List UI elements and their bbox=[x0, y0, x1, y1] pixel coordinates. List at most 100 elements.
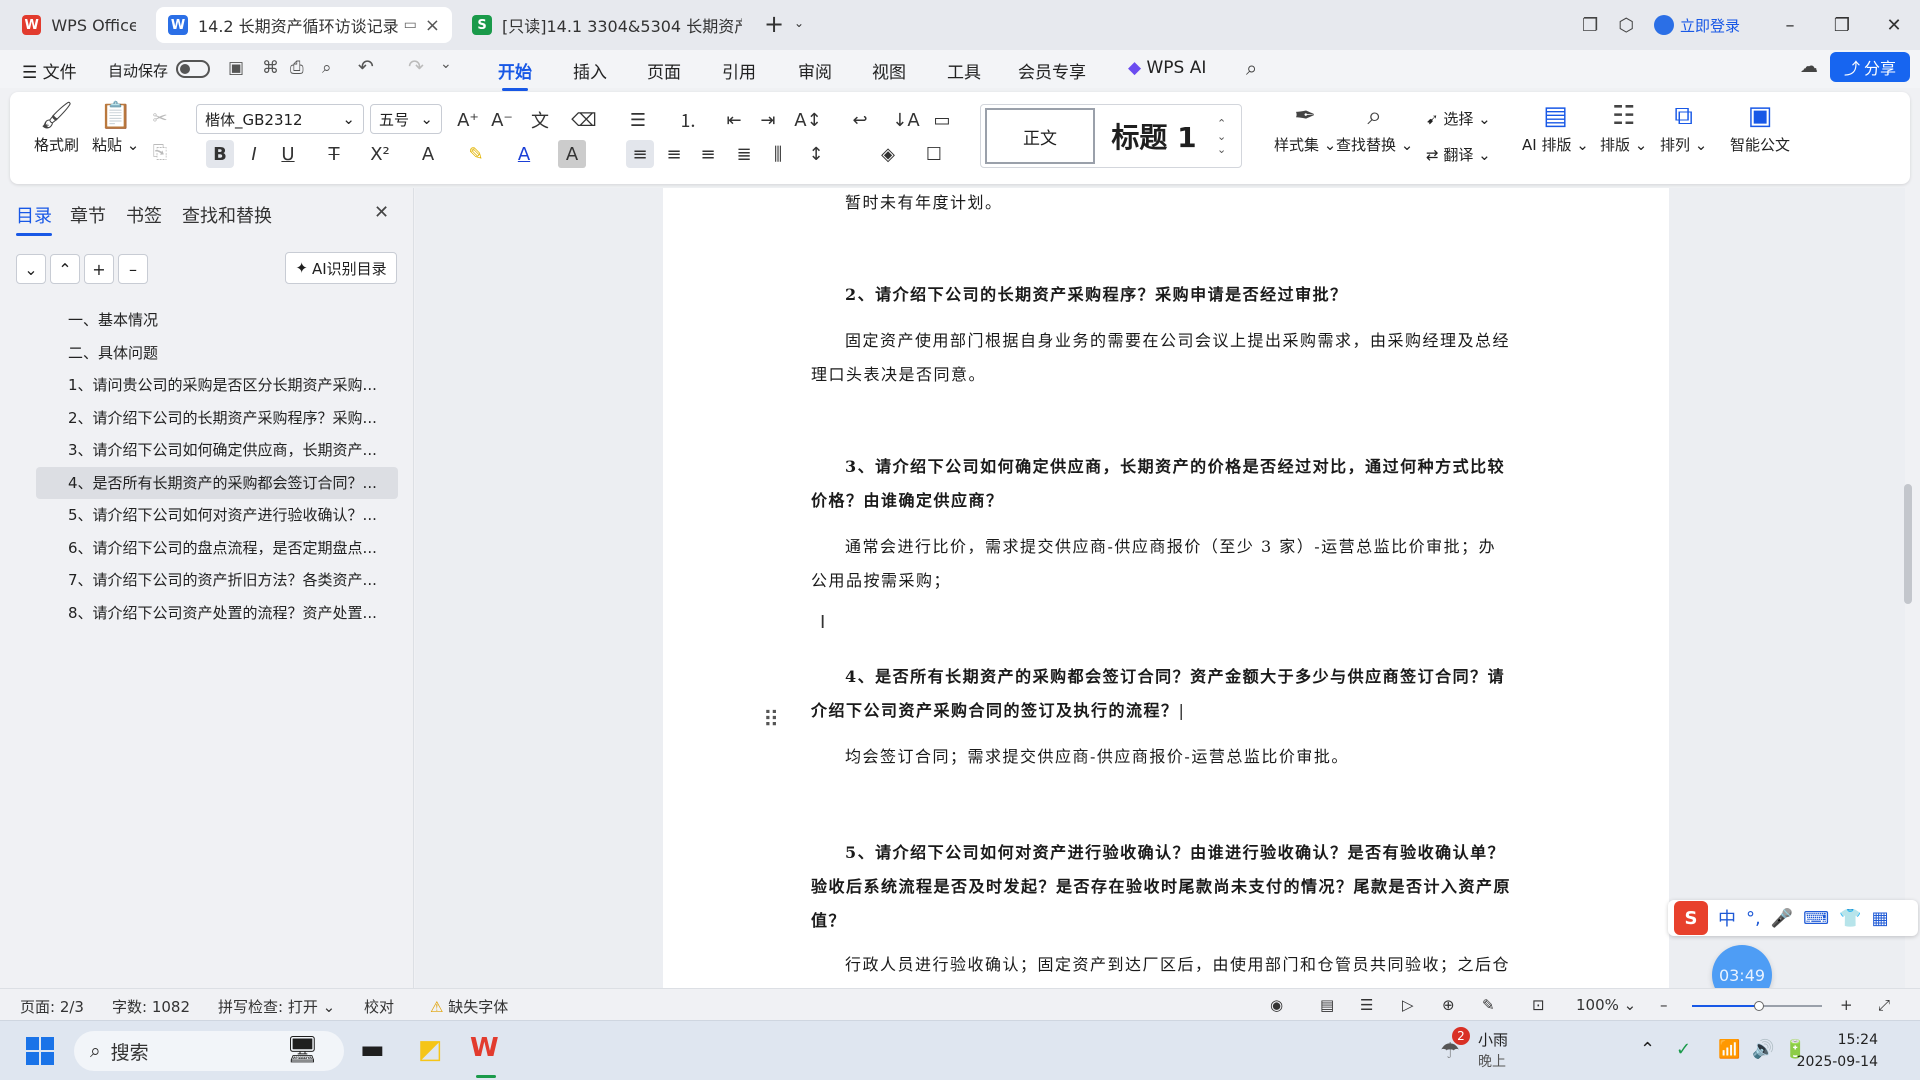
autosave-toggle[interactable] bbox=[176, 60, 210, 78]
remove-heading-icon[interactable]: – bbox=[118, 254, 148, 284]
vertical-scrollbar[interactable] bbox=[1902, 188, 1914, 988]
style-gallery-scroll[interactable]: ⌃ ⌄ ⌄ bbox=[1217, 117, 1226, 156]
ai-layout-button[interactable]: ▤ AI 排版 ⌄ bbox=[1522, 98, 1589, 155]
menu-tools[interactable]: 工具 bbox=[947, 58, 981, 83]
web-view-icon[interactable]: ⊕ bbox=[1442, 996, 1455, 1014]
toc-item[interactable]: 2、请介绍下公司的长期资产采购程序？采购... bbox=[36, 402, 398, 435]
numbered-list-icon[interactable]: ⒈ bbox=[674, 106, 702, 134]
paste-button[interactable]: 📋 粘贴 ⌄ bbox=[92, 98, 139, 155]
style-heading-1[interactable]: 标题 1 bbox=[1095, 108, 1213, 164]
font-color-icon[interactable]: A bbox=[510, 140, 538, 168]
align-center-icon[interactable]: ≡ bbox=[660, 140, 688, 168]
toc-item-active[interactable]: 4、是否所有长期资产的采购都会签订合同？... bbox=[36, 466, 398, 499]
volume-icon[interactable]: 🔊 bbox=[1752, 1039, 1774, 1060]
border-icon[interactable]: ☐ bbox=[920, 140, 948, 168]
punctuation-icon[interactable]: °, bbox=[1746, 908, 1761, 929]
spell-check[interactable]: 拼写检查: 打开 ⌄ bbox=[218, 996, 335, 1017]
paragraph[interactable]: 暂时未有年度计划。 bbox=[811, 188, 1511, 220]
taskview-icon[interactable]: ▬ bbox=[360, 1035, 385, 1065]
question-heading[interactable]: 4、是否所有长期资产的采购都会签订合同？资产金额大于多少与供应商签订合同？请介绍… bbox=[811, 660, 1511, 728]
menu-review[interactable]: 审阅 bbox=[798, 58, 832, 83]
toc-item[interactable]: 二、具体问题 bbox=[36, 337, 398, 370]
char-shading-icon[interactable]: A bbox=[558, 140, 586, 168]
zoom-in-icon[interactable]: + bbox=[1840, 996, 1853, 1014]
question-heading[interactable]: 2、请介绍下公司的长期资产采购程序？采购申请是否经过审批？ bbox=[811, 278, 1511, 312]
select-button[interactable]: ➹ 选择 ⌄ bbox=[1426, 108, 1491, 129]
bullet-list-icon[interactable]: ☰ bbox=[624, 106, 652, 134]
style-normal[interactable]: 正文 bbox=[985, 108, 1095, 164]
add-heading-icon[interactable]: + bbox=[84, 254, 114, 284]
windows-start-icon[interactable] bbox=[26, 1037, 54, 1065]
skin-icon[interactable]: 👕 bbox=[1839, 908, 1861, 929]
toc-item[interactable]: 8、请介绍下公司资产处置的流程？资产处置... bbox=[36, 597, 398, 630]
text-effect-icon[interactable]: A bbox=[414, 140, 442, 168]
restore-icon[interactable]: ❐ bbox=[1816, 15, 1868, 36]
line-spacing-icon[interactable]: ↕ bbox=[802, 140, 830, 168]
toc-item[interactable]: 6、请介绍下公司的盘点流程，是否定期盘点... bbox=[36, 532, 398, 565]
pen-icon[interactable]: ✎ bbox=[1482, 996, 1495, 1014]
save-icon[interactable]: ▣ bbox=[228, 58, 244, 78]
ai-toc-button[interactable]: ✦ AI识别目录 bbox=[285, 252, 397, 284]
question-heading[interactable]: 5、请介绍下公司如何对资产进行验收确认？由谁进行验收确认？是否有验收确认单？验收… bbox=[811, 836, 1511, 938]
document-area[interactable]: 暂时未有年度计划。 2、请介绍下公司的长期资产采购程序？采购申请是否经过审批？ … bbox=[415, 188, 1905, 988]
clear-format-icon[interactable]: ⌫ bbox=[570, 106, 598, 134]
sort-icon[interactable]: ↓A bbox=[892, 106, 920, 134]
distribute-icon[interactable]: ⫼ bbox=[764, 140, 792, 168]
scrollbar-thumb[interactable] bbox=[1904, 484, 1912, 604]
new-tab-plus-icon[interactable]: + bbox=[764, 10, 784, 38]
cube-icon[interactable]: ⬡ bbox=[1618, 15, 1634, 36]
ime-toolbar[interactable]: S 中 °, 🎤 ⌨ 👕 ▦ bbox=[1668, 900, 1918, 936]
share-button[interactable]: ⤴ 分享 bbox=[1830, 52, 1910, 82]
outline-view-icon[interactable]: ☰ bbox=[1360, 996, 1373, 1014]
font-family-select[interactable]: 楷体_GB2312 ⌄ bbox=[196, 104, 364, 134]
grow-font-icon[interactable]: A⁺ bbox=[454, 106, 482, 134]
justify-icon[interactable]: ≣ bbox=[730, 140, 758, 168]
zoom-level[interactable]: 100% ⌄ bbox=[1576, 996, 1636, 1014]
sticky-notes-icon[interactable]: ◩ bbox=[418, 1035, 443, 1065]
paragraph[interactable]: 均会签订合同；需求提交供应商-供应商报价-运营总监比价审批。 bbox=[811, 740, 1511, 774]
zoom-out-icon[interactable]: – bbox=[1660, 996, 1668, 1014]
drag-handle-icon[interactable]: ⠿ bbox=[763, 708, 779, 733]
collapse-up-icon[interactable]: ⌃ bbox=[50, 254, 80, 284]
menu-references[interactable]: 引用 bbox=[722, 58, 756, 83]
collapse-down-icon[interactable]: ⌄ bbox=[16, 254, 46, 284]
undo-icon[interactable]: ↶ bbox=[358, 56, 374, 78]
show-marks-icon[interactable]: ▭ bbox=[928, 106, 956, 134]
eye-protect-icon[interactable]: ◉ bbox=[1270, 996, 1283, 1014]
tab-list-chevron-icon[interactable]: ⌄ bbox=[794, 16, 804, 30]
print-icon[interactable]: ⎙ bbox=[290, 58, 304, 78]
bold-icon[interactable]: B bbox=[206, 140, 234, 168]
print-preview-icon[interactable]: ⌕ bbox=[322, 58, 332, 78]
login-link[interactable]: 立即登录 bbox=[1680, 15, 1740, 36]
tab-find-replace[interactable]: 查找和替换 bbox=[182, 202, 272, 228]
find-replace-button[interactable]: ⌕ 查找替换 ⌄ bbox=[1336, 98, 1413, 155]
question-heading[interactable]: 3、请介绍下公司如何确定供应商，长期资产的价格是否经过对比，通过何种方式比较价格… bbox=[811, 450, 1511, 518]
superscript-icon[interactable]: X² bbox=[366, 140, 394, 168]
menu-view[interactable]: 视图 bbox=[872, 58, 906, 83]
close-pane-icon[interactable]: ✕ bbox=[374, 202, 389, 223]
play-icon[interactable]: ▷ bbox=[1402, 996, 1414, 1014]
tab-spreadsheet[interactable]: S [只读]14.1 3304&5304 长期资产循 bbox=[460, 7, 756, 43]
tab-chapters[interactable]: 章节 bbox=[70, 202, 106, 228]
decrease-indent-icon[interactable]: ⇤ bbox=[720, 106, 748, 134]
toc-item[interactable]: 5、请介绍下公司如何对资产进行验收确认？... bbox=[36, 499, 398, 532]
zoom-slider-knob[interactable] bbox=[1754, 1001, 1764, 1011]
fullscreen-icon[interactable]: ⤢ bbox=[1878, 996, 1890, 1014]
toc-item[interactable]: 7、请介绍下公司的资产折旧方法？各类资产... bbox=[36, 564, 398, 597]
keyboard-icon[interactable]: ⌨ bbox=[1803, 908, 1829, 929]
menu-wps-ai[interactable]: ◆ WPS AI bbox=[1128, 58, 1206, 78]
tray-chevron-icon[interactable]: ⌃ bbox=[1640, 1039, 1655, 1060]
document-page[interactable]: 暂时未有年度计划。 2、请介绍下公司的长期资产采购程序？采购申请是否经过审批？ … bbox=[663, 188, 1669, 988]
zoom-slider[interactable] bbox=[1692, 1001, 1822, 1011]
fit-icon[interactable]: ⊡ bbox=[1532, 996, 1545, 1014]
redo-icon[interactable]: ↷ bbox=[408, 56, 424, 78]
text-direction-icon[interactable]: A↕ bbox=[794, 106, 822, 134]
window-layout-icon[interactable]: ❐ bbox=[1582, 15, 1598, 36]
font-size-select[interactable]: 五号 ⌄ bbox=[370, 104, 442, 134]
apps-grid-icon[interactable]: ▦ bbox=[1872, 908, 1889, 929]
toc-item[interactable]: 3、请介绍下公司如何确定供应商，长期资产... bbox=[36, 434, 398, 467]
more-chevron-icon[interactable]: ⌄ bbox=[440, 56, 452, 72]
phonetic-icon[interactable]: 文 bbox=[526, 106, 554, 134]
proofread[interactable]: 校对 bbox=[364, 996, 394, 1017]
word-count[interactable]: 字数: 1082 bbox=[112, 996, 190, 1017]
